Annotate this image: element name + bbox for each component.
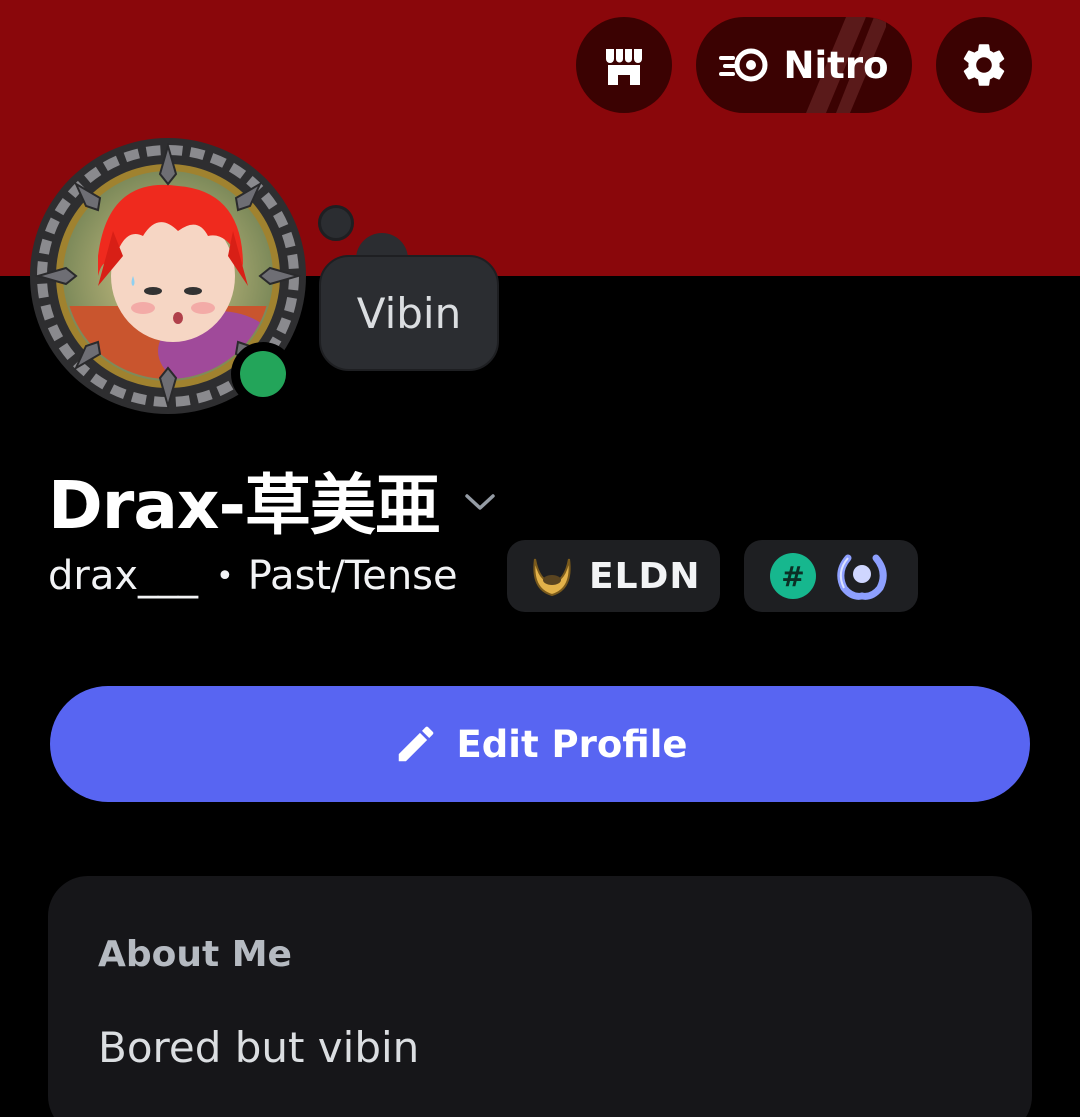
nitro-label: Nitro: [783, 43, 889, 87]
moon-badge-icon: [533, 558, 571, 597]
pronouns: Past/Tense: [247, 553, 458, 599]
profile-badges[interactable]: #: [744, 540, 918, 612]
guild-tag[interactable]: ELDN: [507, 540, 720, 612]
username: drax___: [48, 553, 199, 599]
nitro-button[interactable]: Nitro: [696, 17, 912, 113]
online-status-dot: [240, 351, 286, 397]
custom-status-bubble[interactable]: Vibin: [319, 255, 499, 371]
settings-button[interactable]: [936, 17, 1032, 113]
custom-status-text: Vibin: [356, 288, 462, 338]
gear-icon: [963, 44, 1005, 86]
edit-profile-label: Edit Profile: [456, 722, 688, 766]
separator: •: [216, 558, 234, 594]
shop-button[interactable]: [576, 17, 672, 113]
status-indicator: [231, 342, 295, 406]
username-row: drax___ • Past/Tense: [48, 540, 458, 612]
display-name: Drax-草美亜: [48, 467, 441, 544]
chevron-down-icon[interactable]: [464, 492, 496, 512]
edit-profile-button[interactable]: Edit Profile: [50, 686, 1030, 802]
shop-icon: [606, 49, 642, 85]
hash-badge-icon[interactable]: #: [770, 553, 816, 599]
laurel-badge-icon[interactable]: [834, 550, 890, 602]
about-me-text: Bored but vibin: [98, 1023, 420, 1072]
pencil-icon: [398, 726, 433, 762]
display-name-row[interactable]: Drax-草美亜: [48, 458, 496, 544]
status-bubble-tail: [318, 205, 354, 241]
about-me-title: About Me: [98, 934, 292, 975]
guild-tag-label: ELDN: [589, 555, 701, 597]
nitro-icon: [719, 48, 768, 82]
about-me-card: About Me Bored but vibin: [48, 876, 1032, 1117]
